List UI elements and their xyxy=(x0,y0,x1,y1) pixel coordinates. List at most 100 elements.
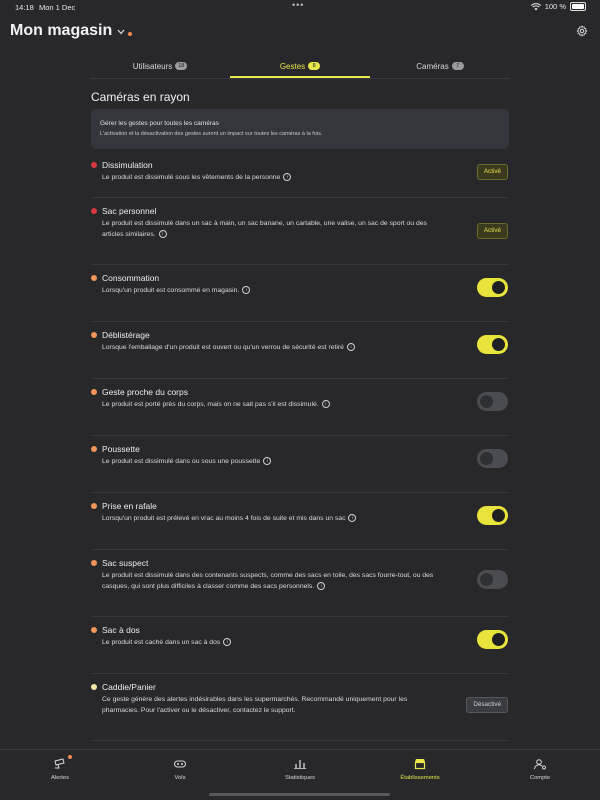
gesture-row: Dissimulation Le produit est dissimulé so… xyxy=(91,152,509,198)
severity-dot xyxy=(91,208,97,214)
store-selector[interactable]: Mon magasin xyxy=(10,22,133,40)
gesture-name: Sac à dos xyxy=(102,625,140,635)
gesture-toggle[interactable] xyxy=(477,449,508,468)
severity-dot xyxy=(91,684,97,690)
gesture-description-text: Le produit est dissimulé dans un sac à m… xyxy=(102,220,427,238)
gesture-row: Consommation Lorsqu'un produit est consom… xyxy=(91,265,509,322)
gesture-description: Le produit est dissimulé dans ou sous un… xyxy=(102,456,442,467)
severity-dot xyxy=(91,389,97,395)
info-icon[interactable]: i xyxy=(242,286,251,295)
info-icon[interactable]: i xyxy=(346,343,355,352)
info-icon[interactable]: i xyxy=(223,638,232,647)
gesture-description-text: Lorsqu'un produit est prélevé en vrac au… xyxy=(102,515,346,522)
nav-label: Vols xyxy=(174,775,186,781)
store-icon xyxy=(414,759,426,770)
gesture-description-text: Le produit est dissimulé dans des conten… xyxy=(102,572,434,590)
gesture-name: Prise en rafale xyxy=(102,501,157,511)
nav-alertes[interactable]: Alertes xyxy=(0,750,120,781)
tab-bar: Utilisateurs 18 Gestes 8 Caméras 7 xyxy=(90,54,510,78)
severity-dot xyxy=(91,627,97,633)
global-gestures-card: Gérer les gestes pour toutes les caméras… xyxy=(91,109,509,149)
severity-dot xyxy=(91,332,97,338)
info-icon[interactable]: i xyxy=(321,400,330,409)
gesture-description: Ce geste génère des alertes indésirables… xyxy=(102,694,442,716)
gesture-name: Poussette xyxy=(102,444,140,454)
gesture-status-pill: Activé xyxy=(476,223,508,239)
nav-etablissements[interactable]: Établissements xyxy=(360,750,480,781)
severity-dot xyxy=(91,162,97,168)
severity-dot xyxy=(91,275,97,281)
nav-statistiques[interactable]: Statistiques xyxy=(240,750,360,781)
toggle-knob xyxy=(492,281,505,294)
tabs-divider xyxy=(90,78,510,79)
gesture-row: Prise en rafale Lorsqu'un produit est pré… xyxy=(91,493,509,550)
severity-dot xyxy=(91,503,97,509)
gesture-toggle[interactable] xyxy=(477,278,508,297)
toggle-knob xyxy=(492,338,505,351)
gesture-list: Dissimulation Le produit est dissimulé so… xyxy=(91,152,509,771)
status-date: Mon 1 Dec xyxy=(39,3,76,12)
camera-alert-icon xyxy=(54,758,65,769)
gesture-description: Le produit est porté près du corps, mais… xyxy=(102,399,442,410)
home-indicator xyxy=(209,793,390,796)
toggle-knob xyxy=(492,633,505,646)
tab-utilisateurs[interactable]: Utilisateurs 18 xyxy=(90,54,230,78)
gesture-description: Le produit est dissimulé dans des conten… xyxy=(102,570,442,592)
mask-icon xyxy=(174,760,186,768)
battery-percent: 100 % xyxy=(544,2,566,11)
nav-label: Alertes xyxy=(50,775,70,781)
tab-label: Utilisateurs xyxy=(132,61,173,71)
global-card-title: Gérer les gestes pour toutes les caméras xyxy=(100,120,219,127)
gesture-row: Geste proche du corps Le produit est port… xyxy=(91,379,509,436)
gesture-description-text: Le produit est dissimulé dans ou sous un… xyxy=(102,458,261,465)
tab-count-badge: 8 xyxy=(308,62,321,70)
gear-icon[interactable] xyxy=(576,25,588,37)
gesture-toggle[interactable] xyxy=(477,392,508,411)
gesture-row: Déblistérage Lorsque l'emballage d'un pro… xyxy=(91,322,509,379)
tab-cameras[interactable]: Caméras 7 xyxy=(370,54,510,78)
gesture-toggle[interactable] xyxy=(477,630,508,649)
nav-vols[interactable]: Vols xyxy=(120,750,240,781)
gesture-row: Sac suspect Le produit est dissimulé dans… xyxy=(91,550,509,617)
global-card-subtitle: L'activation et la désactivation des ges… xyxy=(100,131,323,137)
nav-compte[interactable]: Compte xyxy=(480,750,600,781)
gesture-name: Geste proche du corps xyxy=(102,387,188,397)
severity-dot xyxy=(91,560,97,566)
gesture-status-pill[interactable]: Désactivé xyxy=(466,697,508,713)
gesture-name: Sac suspect xyxy=(102,558,149,568)
tab-gestes[interactable]: Gestes 8 xyxy=(230,54,370,78)
gesture-name: Dissimulation xyxy=(102,160,153,170)
gesture-description-text: Le produit est dissimulé sous les vêteme… xyxy=(102,174,281,181)
multitask-dots-icon[interactable]: ••• xyxy=(292,0,304,10)
gesture-description: Lorsqu'un produit est prélevé en vrac au… xyxy=(102,513,442,524)
gesture-description: Lorsque l'emballage d'un produit est ouv… xyxy=(102,342,442,353)
toggle-knob xyxy=(480,395,493,408)
wifi-icon xyxy=(530,2,541,10)
gesture-toggle[interactable] xyxy=(477,506,508,525)
nav-label: Établissements xyxy=(400,775,440,781)
tab-label: Caméras xyxy=(416,61,449,71)
status-time: 14:18 xyxy=(15,3,34,12)
gesture-description-text: Le produit est caché dans un sac à dos xyxy=(102,639,221,646)
gesture-row: Caddie/Panier Ce geste génère des alertes… xyxy=(91,674,509,741)
battery-icon xyxy=(570,2,586,11)
gesture-name: Déblistérage xyxy=(102,330,150,340)
gesture-description: Le produit est dissimulé dans un sac à m… xyxy=(102,218,442,240)
gesture-toggle[interactable] xyxy=(477,335,508,354)
gesture-description-text: Lorsqu'un produit est consommé en magasi… xyxy=(102,287,240,294)
bottom-nav: Alertes Vols Statistiques Établissements… xyxy=(0,749,600,800)
gesture-status-pill: Activé xyxy=(476,164,508,180)
info-icon[interactable]: i xyxy=(348,514,357,523)
info-icon[interactable]: i xyxy=(158,230,167,239)
toggle-knob xyxy=(480,573,493,586)
tab-label: Gestes xyxy=(279,61,306,71)
info-icon[interactable]: i xyxy=(283,173,292,182)
bar-chart-icon xyxy=(294,760,306,769)
gesture-description-text: Ce geste génère des alertes indésirables… xyxy=(102,696,408,714)
gesture-toggle[interactable] xyxy=(477,570,508,589)
info-icon[interactable]: i xyxy=(317,582,326,591)
toggle-knob xyxy=(492,509,505,522)
info-icon[interactable]: i xyxy=(263,457,272,466)
gesture-name: Sac personnel xyxy=(102,206,157,216)
toggle-knob xyxy=(480,452,493,465)
